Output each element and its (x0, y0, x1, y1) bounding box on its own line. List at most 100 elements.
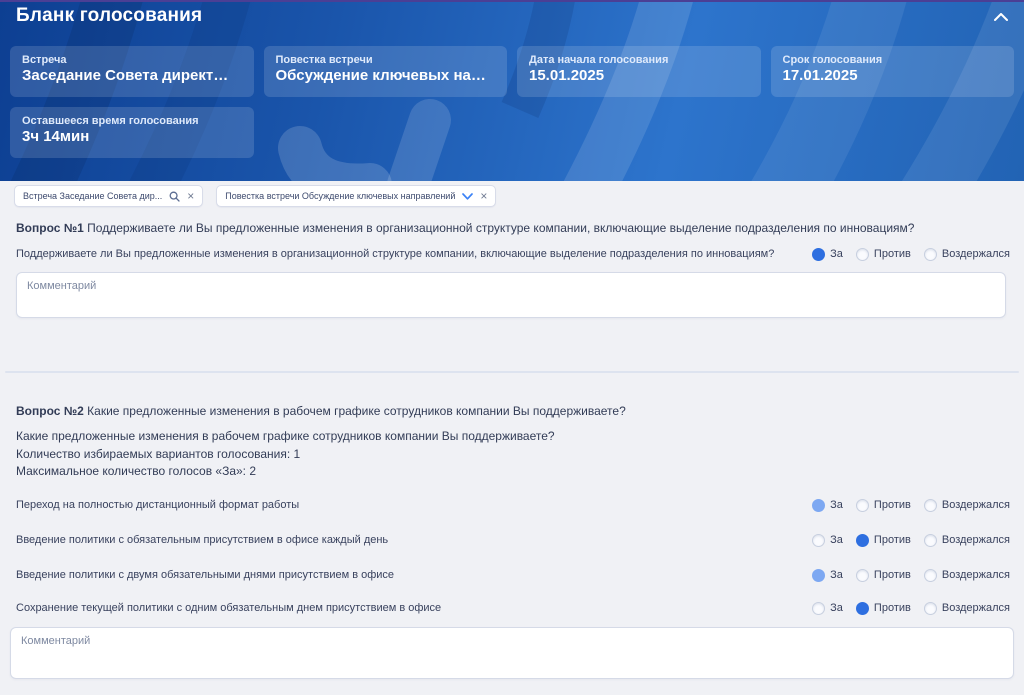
vote-option-label: Введение политики с двумя обязательными … (16, 569, 394, 581)
info-card-label: Дата начала голосования (529, 54, 749, 66)
radio-circle[interactable] (856, 602, 869, 615)
radio-option-против[interactable]: Против (856, 569, 911, 582)
info-card: ВстречаЗаседание Совета директ… (10, 46, 254, 97)
vote-option-label: Переход на полностью дистанционный форма… (16, 499, 299, 511)
page-title: Бланк голосования (16, 5, 202, 27)
chevron-down-icon (462, 193, 473, 200)
radio-option-за[interactable]: За (812, 602, 843, 615)
radio-option-за[interactable]: За (812, 569, 843, 582)
radio-circle[interactable] (812, 534, 825, 547)
info-card-value: Заседание Совета директ… (22, 67, 242, 84)
info-card-value: 17.01.2025 (783, 67, 1003, 84)
radio-option-воздержался[interactable]: Воздержался (924, 602, 1010, 615)
info-card-label: Встреча (22, 54, 242, 66)
radio-circle[interactable] (812, 499, 825, 512)
radio-label: Воздержался (942, 602, 1010, 614)
radio-group: За Против Воздержался (812, 248, 1010, 261)
radio-circle[interactable] (812, 248, 825, 261)
question-text: Какие предложенные изменения в рабочем г… (87, 404, 626, 418)
radio-label: За (830, 569, 843, 581)
radio-circle[interactable] (856, 499, 869, 512)
radio-option-за[interactable]: За (812, 248, 843, 261)
radio-group: За Против Воздержался (812, 499, 1010, 512)
radio-circle[interactable] (812, 602, 825, 615)
radio-label: Воздержался (942, 248, 1010, 260)
radio-circle[interactable] (924, 569, 937, 582)
close-icon[interactable]: × (480, 190, 487, 202)
filter-chip[interactable]: Повестка встречи Обсуждение ключевых нап… (216, 185, 496, 207)
section-divider (5, 371, 1019, 373)
radio-circle[interactable] (856, 569, 869, 582)
filter-chip-text: Встреча Заседание Совета дир... (23, 191, 162, 201)
radio-label: Воздержался (942, 534, 1010, 546)
radio-circle[interactable] (812, 569, 825, 582)
radio-label: Воздержался (942, 499, 1010, 511)
vote-option-label: Поддерживаете ли Вы предложенные изменен… (16, 248, 774, 260)
radio-label: Против (874, 499, 911, 511)
radio-option-против[interactable]: Против (856, 534, 911, 547)
info-card-value: 3ч 14мин (22, 128, 242, 145)
radio-option-против[interactable]: Против (856, 248, 911, 261)
collapse-button[interactable] (990, 8, 1012, 26)
question-text: Поддерживаете ли Вы предложенные изменен… (87, 221, 914, 235)
radio-circle[interactable] (924, 602, 937, 615)
radio-circle[interactable] (924, 534, 937, 547)
radio-circle[interactable] (856, 534, 869, 547)
vote-option-row: Введение политики с обязательным присутс… (16, 531, 1010, 549)
radio-circle[interactable] (856, 248, 869, 261)
search-icon (169, 191, 180, 202)
radio-circle[interactable] (924, 248, 937, 261)
radio-label: Против (874, 248, 911, 260)
radio-option-против[interactable]: Против (856, 602, 911, 615)
chevron-up-icon (994, 13, 1008, 21)
radio-circle[interactable] (924, 499, 937, 512)
radio-group: За Против Воздержался (812, 602, 1010, 615)
vote-option-row: Введение политики с двумя обязательными … (16, 566, 1010, 584)
vote-option-label: Введение политики с обязательным присутс… (16, 534, 388, 546)
vote-option-row: Поддерживаете ли Вы предложенные изменен… (16, 245, 1010, 263)
radio-label: Против (874, 569, 911, 581)
radio-option-за[interactable]: За (812, 534, 843, 547)
info-card-value: 15.01.2025 (529, 67, 749, 84)
radio-option-воздержался[interactable]: Воздержался (924, 499, 1010, 512)
vote-option-row: Сохранение текущей политики с одним обяз… (16, 599, 1010, 617)
question-number: Вопрос №2 (16, 404, 84, 418)
close-icon[interactable]: × (187, 190, 194, 202)
radio-label: За (830, 499, 843, 511)
radio-label: За (830, 248, 843, 260)
question-1-title: Вопрос №1 Поддерживаете ли Вы предложенн… (16, 221, 1008, 235)
info-card: Повестка встречиОбсуждение ключевых на… (264, 46, 508, 97)
vote-option-label: Сохранение текущей политики с одним обяз… (16, 602, 441, 614)
question-2-description: Какие предложенные изменения в рабочем г… (16, 428, 816, 481)
info-card: Срок голосования17.01.2025 (771, 46, 1015, 97)
comment-textarea[interactable] (16, 272, 1006, 318)
radio-option-против[interactable]: Против (856, 499, 911, 512)
window-top-edge (0, 0, 1024, 2)
radio-option-воздержался[interactable]: Воздержался (924, 534, 1010, 547)
filter-chips: Встреча Заседание Совета дир... × Повестка… (14, 185, 496, 207)
question-description-line: Какие предложенные изменения в рабочем г… (16, 428, 816, 446)
filter-chip[interactable]: Встреча Заседание Совета дир... × (14, 185, 203, 207)
vote-option-row: Переход на полностью дистанционный форма… (16, 496, 1010, 514)
question-2-title: Вопрос №2 Какие предложенные изменения в… (16, 404, 1008, 418)
radio-label: За (830, 534, 843, 546)
question-description-line: Максимальное количество голосов «За»: 2 (16, 463, 816, 481)
radio-option-за[interactable]: За (812, 499, 843, 512)
remaining-time-row: Оставшееся время голосования 3ч 14мин (10, 107, 254, 158)
radio-group: За Против Воздержался (812, 569, 1010, 582)
question-description-line: Количество избираемых вариантов голосова… (16, 446, 816, 464)
radio-label: Против (874, 534, 911, 546)
radio-label: Воздержался (942, 569, 1010, 581)
radio-option-воздержался[interactable]: Воздержался (924, 569, 1010, 582)
info-card-label: Срок голосования (783, 54, 1003, 66)
filter-chip-text: Повестка встречи Обсуждение ключевых нап… (225, 191, 455, 201)
question-number: Вопрос №1 (16, 221, 84, 235)
radio-option-воздержался[interactable]: Воздержался (924, 248, 1010, 261)
radio-label: Против (874, 602, 911, 614)
header-info-cards: ВстречаЗаседание Совета директ…Повестка … (10, 46, 1014, 97)
info-card-label: Оставшееся время голосования (22, 115, 242, 127)
radio-group: За Против Воздержался (812, 534, 1010, 547)
info-card-value: Обсуждение ключевых на… (276, 67, 496, 84)
comment-textarea[interactable] (10, 627, 1014, 679)
info-card: Дата начала голосования15.01.2025 (517, 46, 761, 97)
